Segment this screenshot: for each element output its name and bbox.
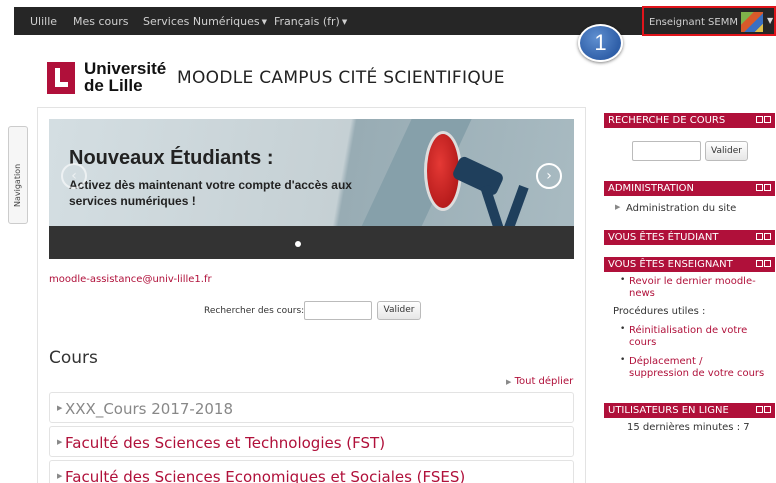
chevron-right-icon: ▶ [57,472,63,480]
category-label[interactable]: Faculté des Sciences Economiques et Soci… [65,468,465,483]
block-title: RECHERCHE DE COURS [608,115,726,126]
university-name-line1: Université [84,59,167,78]
course-search-button[interactable]: Valider [377,301,421,320]
link-line: cours [629,337,657,348]
carousel-indicator[interactable] [295,241,301,247]
online-users-count: 15 dernières minutes : 7 [627,422,750,433]
chevron-right-icon: ▶ [57,404,63,412]
university-name-line2: de Lille [84,76,143,95]
top-navbar: Ulille Mes cours Services Numériques ▼ Fr… [0,0,776,37]
nav-home-link[interactable]: Ulille [30,15,57,28]
course-move-link[interactable]: Déplacement / suppression de votre cours [629,356,764,380]
navbar-strip: Ulille Mes cours Services Numériques ▼ Fr… [14,6,776,36]
link-line: news [629,288,655,299]
admin-site-link[interactable]: Administration du site [626,203,736,214]
course-category[interactable]: ▶ Faculté des Sciences et Technologies (… [49,426,574,457]
chevron-right-icon: ▶ [615,203,621,211]
procedures-label: Procédures utiles : [613,306,706,317]
block-controls-icon[interactable] [755,116,771,124]
block-controls-icon[interactable] [755,406,771,414]
user-menu[interactable]: Enseignant SEMM ▼ [642,6,776,36]
block-teacher-header: VOUS ÊTES ENSEIGNANT [604,257,775,272]
block-course-search-header: RECHERCHE DE COURS [604,113,775,128]
course-reset-link[interactable]: Réinitialisation de votre cours [629,325,747,349]
nav-my-courses-link[interactable]: Mes cours [73,15,129,28]
moodle-news-link[interactable]: Revoir le dernier moodle- news [629,276,756,300]
carousel-prev-icon[interactable]: ‹ [61,163,87,189]
user-name: Enseignant SEMM [649,17,738,28]
navigation-tab-label: Navigation [13,163,22,207]
block-title: UTILISATEURS EN LIGNE [608,405,729,416]
category-label[interactable]: Faculté des Sciences et Technologies (FS… [65,434,385,452]
link-line: Déplacement / [629,356,703,367]
banner-heading: Nouveaux Étudiants : [69,147,274,169]
courses-heading: Cours [49,348,98,368]
course-search-label: Rechercher des cours: [204,306,305,316]
carousel-next-icon[interactable]: › [536,163,562,189]
banner-text: Activez dès maintenant votre compte d'ac… [69,178,352,208]
sidebar-search-button[interactable]: Valider [705,141,748,161]
bullet-icon: • [620,355,626,365]
block-controls-icon[interactable] [755,184,771,192]
nav-services-menu[interactable]: Services Numériques ▼ [143,15,267,28]
course-search-input[interactable] [304,301,372,320]
avatar [741,12,763,32]
bullet-icon: • [620,275,626,285]
expand-all-label: Tout déplier [514,376,574,387]
support-email-link[interactable]: moodle-assistance@univ-lille1.fr [49,274,212,285]
block-student-header: VOUS ÊTES ÉTUDIANT [604,230,775,245]
course-category[interactable]: ▶ Faculté des Sciences Economiques et So… [49,460,574,483]
chevron-down-icon: ▼ [767,16,774,25]
block-title: VOUS ÊTES ÉTUDIANT [608,232,719,243]
navigation-drawer-tab[interactable]: Navigation [8,126,28,224]
link-line: suppression de votre cours [629,368,765,379]
expand-all-link[interactable]: ▶ Tout déplier [506,376,573,387]
university-logo-icon [47,62,75,94]
university-name: Université de Lille [84,60,166,94]
bullet-icon: • [620,324,626,334]
link-line: Réinitialisation de votre [629,325,748,336]
chevron-down-icon: ▼ [341,18,348,26]
link-line: Revoir le dernier moodle- [629,276,756,287]
chevron-down-icon: ▼ [261,18,267,26]
block-title: VOUS ÊTES ENSEIGNANT [608,259,733,270]
block-admin-header: ADMINISTRATION [604,181,775,196]
banner-carousel[interactable]: Nouveaux Étudiants : Activez dès mainten… [49,119,574,259]
nav-services-label: Services Numériques [143,15,260,28]
block-title: ADMINISTRATION [608,183,695,194]
block-controls-icon[interactable] [755,233,771,241]
banner-footer [49,226,574,259]
page-title: MOODLE CAMPUS CITÉ SCIENTIFIQUE [177,68,505,88]
category-label[interactable]: XXX_Cours 2017-2018 [65,400,233,418]
course-category[interactable]: ▶ XXX_Cours 2017-2018 [49,392,574,423]
chevron-right-icon: ▶ [506,378,512,386]
nav-language-label: Français (fr) [274,15,340,28]
block-controls-icon[interactable] [755,260,771,268]
chevron-right-icon: ▶ [57,438,63,446]
step-number-badge: 1 [578,24,623,62]
sidebar-search-input[interactable] [632,141,701,161]
nav-language-menu[interactable]: Français (fr) ▼ [274,15,347,28]
block-online-users-header: UTILISATEURS EN LIGNE [604,403,775,418]
